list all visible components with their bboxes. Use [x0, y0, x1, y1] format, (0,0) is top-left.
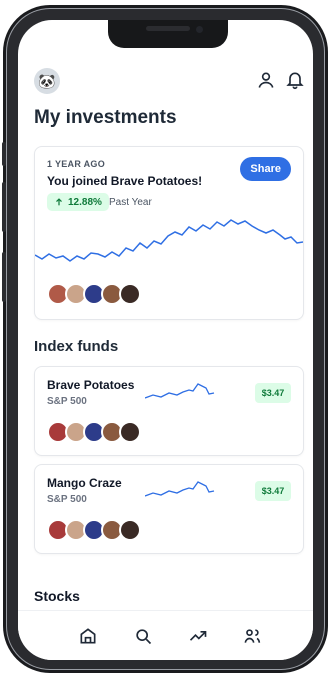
fund-card[interactable]: Mango Craze S&P 500 $3.47 — [34, 464, 304, 554]
fund-price-badge: $3.47 — [255, 481, 291, 501]
performance-badge: 12.88% — [47, 193, 109, 211]
trend-icon[interactable] — [188, 626, 208, 646]
fund-ticker: S&P 500 — [47, 396, 87, 407]
phone-notch — [108, 20, 228, 48]
card-eyebrow: 1 YEAR AGO — [47, 159, 106, 169]
bell-icon[interactable] — [285, 70, 305, 90]
fund-sparkline — [145, 383, 215, 399]
performance-percent: 12.88% — [68, 196, 102, 208]
member-avatar — [119, 519, 141, 541]
home-icon[interactable] — [78, 626, 98, 646]
portfolio-line-chart — [35, 219, 303, 262]
phone-side-button-middle — [2, 182, 6, 232]
speaker-grill — [146, 26, 190, 31]
user-avatar[interactable]: 🐼 — [34, 68, 60, 94]
bottom-navigation — [18, 610, 313, 660]
search-icon[interactable] — [133, 626, 153, 646]
user-icon[interactable] — [256, 70, 276, 90]
fund-member-avatars — [47, 421, 141, 443]
phone-side-button-bottom — [2, 252, 6, 302]
fund-sparkline-line — [145, 383, 215, 399]
portfolio-line — [35, 219, 303, 262]
fund-member-avatars — [47, 519, 141, 541]
fund-name: Brave Potatoes — [47, 378, 135, 392]
member-avatar — [119, 421, 141, 443]
investment-summary-card[interactable]: 1 YEAR AGO You joined Brave Potatoes! Sh… — [34, 146, 304, 320]
app-screen: 🐼 My investments 1 YEAR AGO You joined B… — [18, 20, 313, 660]
member-avatar — [119, 283, 141, 305]
card-title: You joined Brave Potatoes! — [47, 174, 203, 188]
fund-price-badge: $3.47 — [255, 383, 291, 403]
avatar-emoji: 🐼 — [38, 72, 56, 89]
performance-period: Past Year — [109, 197, 152, 208]
users-icon[interactable] — [242, 626, 262, 646]
phone-side-button-top — [2, 142, 6, 166]
fund-sparkline — [145, 481, 215, 497]
fund-card[interactable]: Brave Potatoes S&P 500 $3.47 — [34, 366, 304, 456]
fund-ticker: S&P 500 — [47, 494, 87, 505]
member-avatars — [47, 283, 141, 305]
arrow-up-icon — [56, 198, 62, 206]
front-camera — [196, 26, 203, 33]
section-title-index-funds: Index funds — [34, 338, 119, 355]
fund-name: Mango Craze — [47, 476, 122, 490]
page-title: My investments — [34, 107, 177, 128]
share-button[interactable]: Share — [240, 157, 291, 181]
section-title-stocks: Stocks — [34, 588, 80, 604]
fund-sparkline-line — [145, 481, 215, 497]
